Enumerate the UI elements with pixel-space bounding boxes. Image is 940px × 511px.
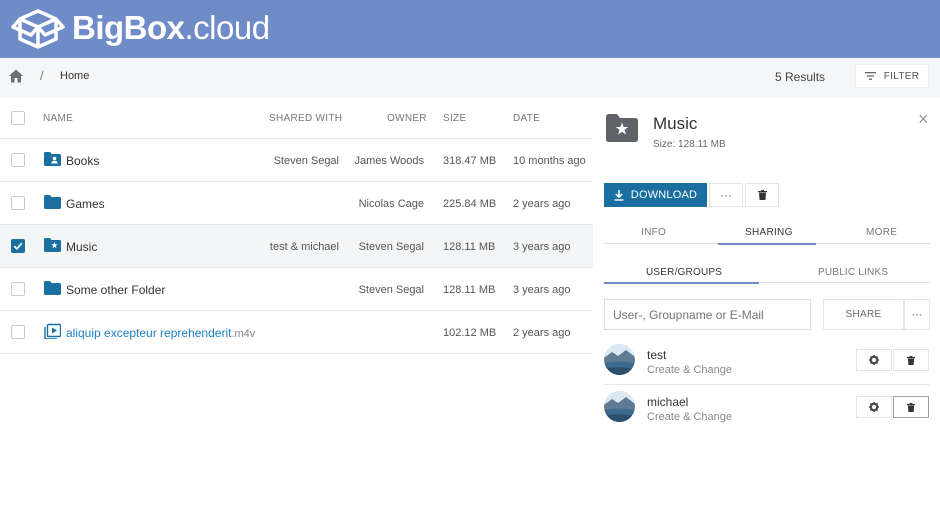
user-settings-button[interactable] (856, 396, 892, 418)
file-name[interactable]: Books (66, 154, 99, 168)
download-label: DOWNLOAD (630, 189, 698, 201)
row-checkbox[interactable] (11, 153, 25, 167)
file-extension: .m4v (231, 328, 256, 340)
owner: Steven Segal (358, 241, 424, 253)
video-file-icon (44, 323, 61, 339)
toolbar: / Home 5 Results FILTER (0, 58, 940, 98)
filter-icon (864, 72, 876, 80)
breadcrumb-home[interactable]: Home (60, 70, 89, 82)
sharing-subtabs: USER/GROUPS PUBLIC LINKS (604, 259, 930, 284)
folder-icon (44, 195, 61, 209)
file-date: 2 years ago (513, 327, 571, 339)
active-tab-indicator (718, 243, 816, 245)
table-row[interactable]: Games Nicolas Cage 225.84 MB 2 years ago (0, 182, 593, 225)
file-date: 3 years ago (513, 284, 571, 296)
shared-folder-icon (44, 152, 61, 166)
table-row[interactable]: Some other Folder Steven Segal 128.11 MB… (0, 268, 593, 311)
shared-user-item: test Create & Change (604, 339, 930, 385)
file-size: 128.11 MB (443, 241, 496, 253)
column-name[interactable]: NAME (43, 113, 73, 124)
logo-text: BigBox.cloud (72, 9, 270, 46)
table-row[interactable]: aliquip excepteur reprehenderit.m4v 102.… (0, 311, 593, 354)
avatar (604, 344, 635, 375)
logo[interactable]: BigBox.cloud (10, 5, 270, 51)
tab-info[interactable]: INFO (641, 227, 666, 238)
remove-user-button[interactable] (893, 349, 929, 371)
folder-icon (44, 281, 61, 295)
subtab-public-links[interactable]: PUBLIC LINKS (818, 267, 888, 278)
file-date: 10 months ago (513, 155, 586, 167)
remove-user-button[interactable] (893, 396, 929, 418)
gear-icon (869, 355, 879, 365)
column-owner[interactable]: OWNER (387, 113, 427, 124)
box-logo-icon (11, 9, 65, 49)
trash-icon (757, 190, 767, 200)
shared-with: Steven Segal (273, 155, 339, 167)
panel-title: Music (653, 114, 698, 133)
user-permission: Create & Change (647, 411, 732, 423)
results-count: 5 Results (775, 70, 826, 84)
row-checkbox[interactable] (11, 282, 25, 296)
gear-icon (869, 402, 879, 412)
file-name[interactable]: Games (66, 197, 105, 211)
download-button[interactable]: DOWNLOAD (604, 183, 707, 207)
tab-more[interactable]: MORE (866, 227, 897, 238)
filter-label: FILTER (883, 70, 920, 82)
file-name[interactable]: Music (66, 240, 97, 254)
share-more-button[interactable]: ··· (904, 299, 930, 330)
user-permission: Create & Change (647, 364, 732, 376)
user-name: michael (647, 395, 689, 409)
app-header: BigBox.cloud (0, 0, 940, 58)
file-size: 318.47 MB (443, 155, 497, 167)
column-date[interactable]: DATE (513, 113, 540, 124)
share-button[interactable]: SHARE (823, 299, 904, 330)
owner: James Woods (354, 155, 425, 167)
tab-sharing[interactable]: SHARING (745, 227, 793, 238)
avatar (604, 391, 635, 422)
shared-user-item: michael Create & Change (604, 386, 930, 432)
select-all-checkbox[interactable] (11, 111, 25, 125)
file-size: 128.11 MB (443, 284, 496, 296)
file-list: NAME SHARED WITH OWNER SIZE DATE Books S… (0, 98, 593, 354)
trash-icon (907, 355, 915, 365)
panel-tabs: INFO SHARING MORE (604, 222, 930, 245)
column-size[interactable]: SIZE (443, 113, 466, 124)
filter-button[interactable]: FILTER (855, 64, 929, 88)
owner: Steven Segal (358, 284, 424, 296)
table-row[interactable]: Music test & michael Steven Segal 128.11… (0, 225, 593, 268)
shared-with: test & michael (269, 241, 339, 253)
more-options-button[interactable]: ··· (709, 183, 743, 207)
detail-panel: Music Size: 128.11 MB × DOWNLOAD ··· INF… (593, 98, 940, 511)
starred-folder-icon (44, 238, 61, 252)
row-checkbox[interactable] (11, 325, 25, 339)
download-icon (614, 189, 624, 201)
row-checkbox[interactable] (11, 196, 25, 210)
file-name-link[interactable]: aliquip excepteur reprehenderit.m4v (66, 326, 255, 340)
home-icon[interactable] (8, 68, 24, 84)
active-subtab-indicator (604, 282, 759, 284)
subtab-user-groups[interactable]: USER/GROUPS (646, 267, 722, 278)
checkmark-icon (13, 242, 23, 250)
file-size: 102.12 MB (443, 327, 497, 339)
user-settings-button[interactable] (856, 349, 892, 371)
close-icon[interactable]: × (918, 110, 929, 128)
starred-folder-icon (606, 114, 638, 142)
delete-button[interactable] (745, 183, 779, 207)
row-checkbox[interactable] (11, 239, 25, 253)
column-shared-with[interactable]: SHARED WITH (269, 113, 342, 124)
trash-icon (907, 402, 915, 412)
file-date: 3 years ago (513, 241, 571, 253)
list-header: NAME SHARED WITH OWNER SIZE DATE (0, 98, 593, 139)
file-date: 2 years ago (513, 198, 571, 210)
table-row[interactable]: Books Steven Segal James Woods 318.47 MB… (0, 139, 593, 182)
share-recipient-input[interactable] (604, 299, 811, 330)
file-name[interactable]: Some other Folder (66, 283, 165, 297)
panel-size: Size: 128.11 MB (653, 139, 726, 150)
breadcrumb-separator: / (40, 68, 44, 83)
user-name: test (647, 348, 667, 362)
file-size: 225.84 MB (443, 198, 497, 210)
owner: Nicolas Cage (358, 198, 424, 210)
